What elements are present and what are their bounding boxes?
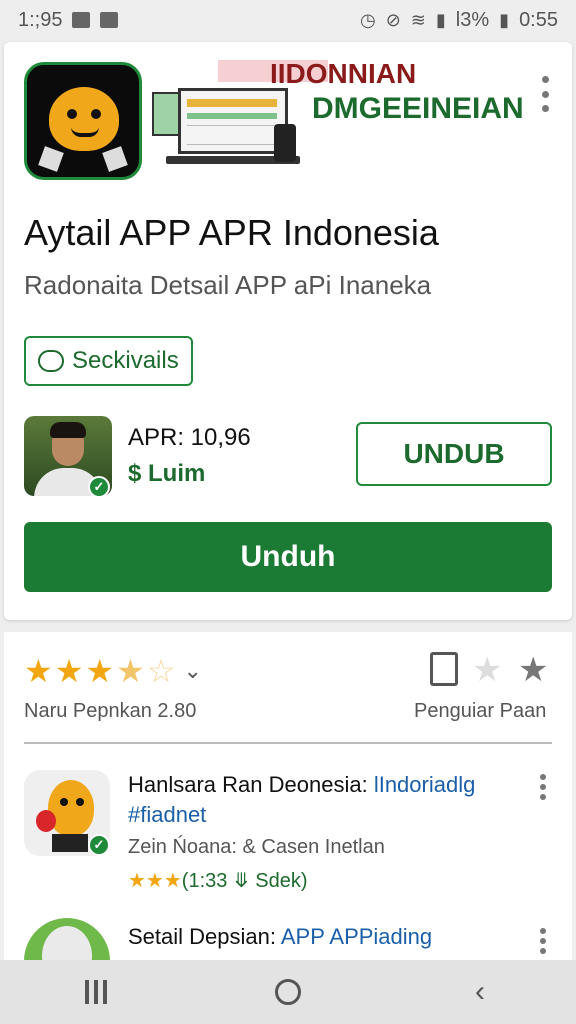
home-icon bbox=[275, 979, 301, 1005]
back-button[interactable]: ‹ bbox=[450, 967, 510, 1017]
mascot-legs bbox=[52, 834, 88, 852]
mute-icon: ⊘ bbox=[385, 9, 401, 30]
share-icon[interactable] bbox=[430, 652, 458, 686]
avatar-hair bbox=[50, 422, 86, 438]
list-item-stars: ★★★ bbox=[128, 870, 182, 892]
banner-line1: IIDONNIAN bbox=[270, 58, 417, 89]
banner-speaker bbox=[274, 124, 296, 162]
star-half-icon: ★ bbox=[116, 653, 145, 689]
status-time-left: 1:;95 bbox=[18, 8, 63, 31]
price-value: $ Luim bbox=[128, 460, 206, 487]
status-right: ◷ ⊘ ≋ ▮ l3% ▮ 0:55 bbox=[360, 9, 558, 32]
home-button[interactable] bbox=[258, 967, 318, 1017]
system-nav-bar: ‹ bbox=[0, 960, 576, 1024]
mascot-glove bbox=[36, 810, 56, 832]
list-item-avatar-face bbox=[42, 926, 92, 962]
list-item[interactable]: Setail Depsian: APP APPiading bbox=[4, 918, 572, 962]
divider bbox=[24, 742, 552, 744]
banner-laptop-screen bbox=[178, 88, 288, 154]
chevron-down-icon: ⌄ bbox=[183, 658, 202, 683]
rating-label: Naru Pepnkan 2.80 bbox=[24, 700, 197, 722]
more-options-icon[interactable] bbox=[540, 76, 550, 112]
star-outline-icon: ☆ bbox=[146, 653, 176, 689]
banner-chart-bar bbox=[187, 99, 277, 107]
list-item-icon bbox=[24, 918, 110, 962]
mascot-head bbox=[49, 87, 119, 151]
app-subtitle: Radonaita Detsail APP aPi Inaneka bbox=[24, 270, 432, 300]
back-icon: ‹ bbox=[475, 975, 485, 1008]
verified-check-icon: ✓ bbox=[88, 834, 110, 856]
list-item-hashtag[interactable]: #fiadnet bbox=[128, 802, 206, 827]
battery-icon: ▮ bbox=[499, 9, 510, 30]
action-label: Penguiar Paan bbox=[414, 700, 547, 722]
recent-apps-icon bbox=[85, 980, 107, 1004]
list-item-title: Hanlsara Ran Deonesia: lIndoriadlg #fiad… bbox=[128, 770, 528, 830]
star-icon-2: ★ bbox=[54, 653, 84, 689]
chat-icon bbox=[38, 350, 64, 372]
list-item-more-icon[interactable] bbox=[540, 774, 548, 800]
category-chip[interactable]: Seckivails bbox=[24, 336, 193, 386]
mascot-eye-right bbox=[91, 109, 101, 119]
list-item-rating-text: (1:33 ⤋ Sdek) bbox=[181, 870, 308, 892]
list-item-subtitle: Zein Ńoana: & Casen Inetlan bbox=[128, 836, 385, 858]
status-left: 1:;95 bbox=[18, 8, 119, 32]
notification-icon bbox=[72, 12, 91, 28]
list-item-more-icon[interactable] bbox=[540, 928, 548, 954]
wishlist-star-icon[interactable]: ★ bbox=[472, 650, 502, 690]
mascot-hand-right bbox=[102, 146, 128, 172]
signal-icon: ▮ bbox=[435, 9, 446, 30]
app-icon bbox=[24, 62, 142, 180]
mascot-eye bbox=[76, 798, 84, 806]
banner-line2: DMGEEINEIAN bbox=[312, 92, 524, 125]
ratings-card: ★ ★ ★ ★ ☆ ⌄ Naru Pepnkan 2.80 ★ ★ Pengui… bbox=[4, 632, 572, 962]
message-icon bbox=[100, 12, 119, 28]
rating-stars[interactable]: ★ ★ ★ ★ ☆ ⌄ bbox=[24, 652, 202, 690]
star-icon-1: ★ bbox=[24, 653, 53, 689]
star-icon-3: ★ bbox=[85, 653, 115, 689]
app-title: Aytail APP APR Indonesia bbox=[24, 212, 439, 253]
mascot-body bbox=[48, 780, 94, 836]
list-item-title-text: Hanlsara Ran Deonesia: bbox=[128, 772, 374, 797]
favorite-star-icon[interactable]: ★ bbox=[518, 650, 548, 690]
list-item[interactable]: ✓ Hanlsara Ran Deonesia: lIndoriadlg #fi… bbox=[4, 770, 572, 900]
mascot-eye-left bbox=[67, 109, 77, 119]
banner-chart-table bbox=[187, 125, 277, 145]
recent-apps-button[interactable] bbox=[66, 967, 126, 1017]
list-item-title-text: Setail Depsian: bbox=[128, 924, 281, 949]
undub-button[interactable]: UNDUB bbox=[356, 422, 552, 486]
banner-chart-bar-2 bbox=[187, 113, 277, 119]
list-item-title-link[interactable]: lIndoriadlg bbox=[374, 772, 476, 797]
verified-check-icon: ✓ bbox=[88, 476, 110, 498]
status-time-right: 0:55 bbox=[519, 8, 558, 31]
mascot-eye bbox=[60, 798, 68, 806]
unduh-button[interactable]: Unduh bbox=[24, 522, 552, 592]
apr-value: APR: 10,96 bbox=[128, 424, 251, 451]
battery-percent: l3% bbox=[455, 8, 490, 31]
list-item-title: Setail Depsian: APP APPiading bbox=[128, 922, 528, 952]
app-detail-card: IIDONNIAN DMGEEINEIAN Aytail APP APR Ind… bbox=[4, 42, 572, 620]
wifi-icon: ≋ bbox=[410, 9, 426, 30]
mascot-hand-left bbox=[38, 146, 64, 172]
list-item-rating: ★★★(1:33 ⤋ Sdek) bbox=[128, 868, 308, 893]
app-banner: IIDONNIAN DMGEEINEIAN bbox=[152, 58, 524, 178]
category-chip-label: Seckivails bbox=[72, 347, 179, 374]
list-item-title-link[interactable]: APP APPiading bbox=[281, 924, 432, 949]
status-bar: 1:;95 ◷ ⊘ ≋ ▮ l3% ▮ 0:55 bbox=[0, 0, 576, 40]
alarm-icon: ◷ bbox=[359, 9, 376, 30]
